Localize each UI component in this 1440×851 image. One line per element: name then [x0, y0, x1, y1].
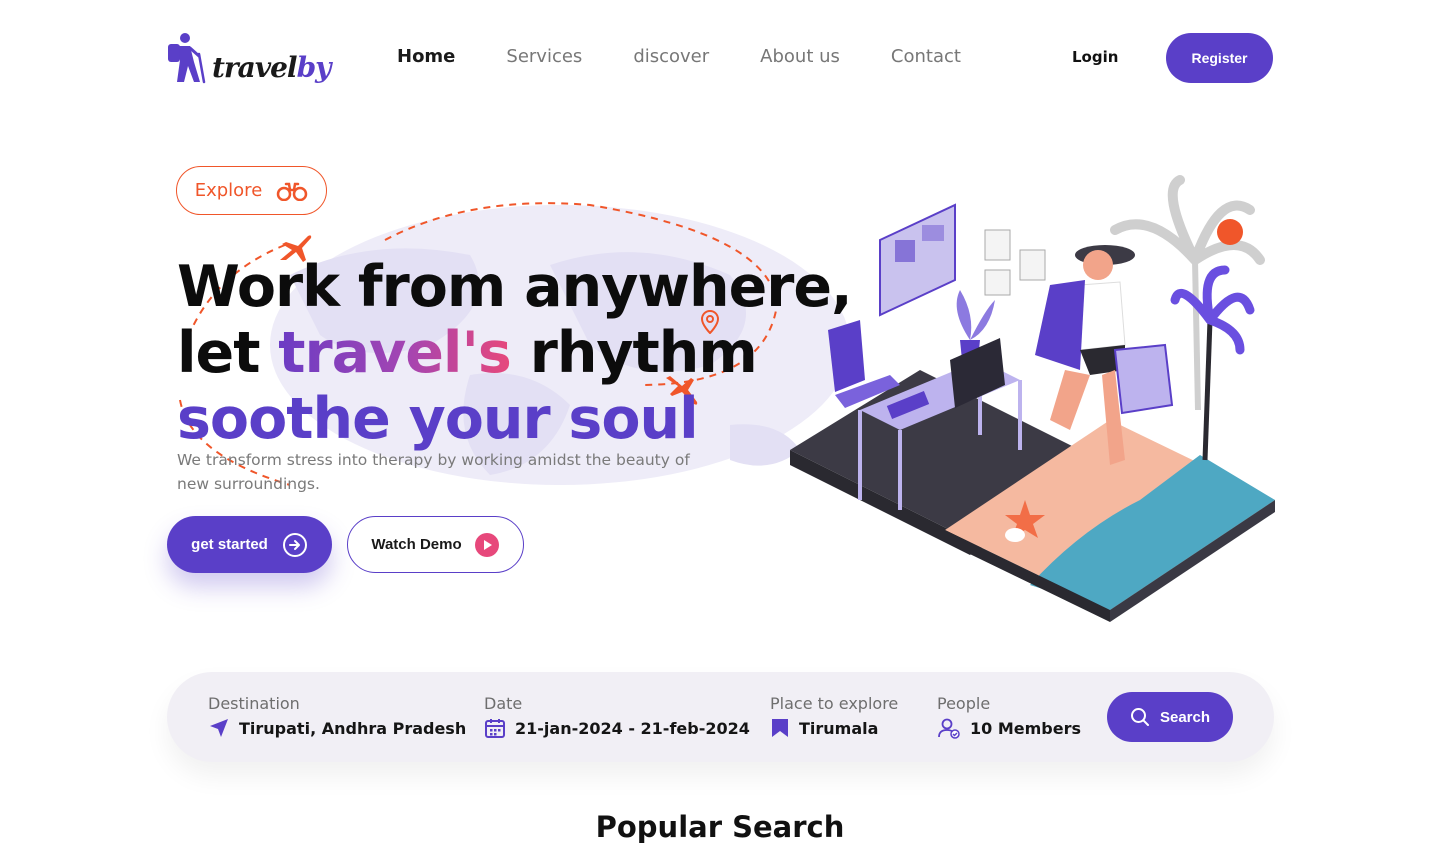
destination-value: Tirupati, Andhra Pradesh [239, 718, 467, 738]
explore-badge-label: Explore [194, 180, 263, 201]
nav-home[interactable]: Home [397, 46, 455, 67]
hero-title-line1: Work from anywhere, [177, 254, 853, 320]
place-field[interactable]: Place to explore Tirumala [770, 694, 898, 739]
hero-title-line3: soothe your soul [177, 386, 699, 452]
bookmark-icon [772, 719, 788, 737]
destination-field[interactable]: Destination Tirupati, Andhra Pradesh [208, 694, 466, 739]
watch-demo-label: Watch Demo [371, 536, 462, 553]
hero-title-line2-suffix: rhythm [510, 320, 758, 386]
destination-label: Destination [208, 694, 300, 713]
hero-title: Work from anywhere, let travel's rhythm … [177, 254, 853, 452]
logo-text: travelby [212, 51, 331, 84]
navigation-arrow-icon [210, 719, 228, 737]
get-started-button[interactable]: get started [167, 516, 332, 573]
user-check-icon [938, 718, 960, 739]
search-button-label: Search [1159, 708, 1211, 726]
popular-search-heading: Popular Search [595, 810, 845, 844]
hero-illustration [790, 175, 1275, 622]
nav-discover[interactable]: discover [633, 46, 709, 67]
hero-title-line2-prefix: let [177, 320, 279, 386]
hiker-icon [168, 33, 206, 84]
register-button[interactable]: Register [1166, 33, 1273, 83]
search-bar: Destination Tirupati, Andhra Pradesh Dat… [167, 672, 1274, 762]
logo[interactable]: travelby [166, 32, 331, 84]
date-value: 21-jan-2024 - 21-feb-2024 [515, 718, 750, 738]
people-field[interactable]: People 10 Members [937, 694, 1081, 739]
nav-about-us[interactable]: About us [760, 46, 840, 67]
people-label: People [937, 694, 991, 713]
calendar-icon [485, 719, 505, 738]
place-value: Tirumala [799, 718, 879, 738]
get-started-label: get started [191, 536, 268, 553]
explore-badge[interactable]: Explore [176, 166, 327, 215]
search-icon [1130, 708, 1149, 726]
search-button[interactable]: Search [1107, 692, 1233, 742]
hero-subtitle: We transform stress into therapy by work… [177, 451, 690, 493]
hero-title-highlight: travel's [278, 320, 512, 386]
main-nav: Home Services discover About us Contact [397, 46, 961, 67]
date-label: Date [484, 694, 523, 713]
binoculars-icon [277, 182, 308, 201]
play-icon [474, 532, 499, 557]
arrow-right-circle-icon [282, 532, 307, 557]
people-value: 10 Members [970, 718, 1081, 738]
watch-demo-button[interactable]: Watch Demo [347, 516, 524, 573]
nav-contact[interactable]: Contact [891, 46, 961, 67]
login-link[interactable]: Login [1072, 48, 1118, 66]
place-label: Place to explore [770, 694, 899, 713]
date-field[interactable]: Date 21-jan-2024 - 21-feb-2024 [484, 694, 750, 739]
nav-services[interactable]: Services [506, 46, 582, 67]
